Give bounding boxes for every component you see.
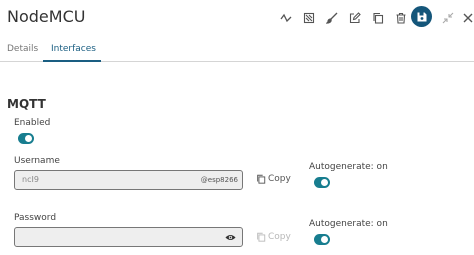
username-copy-button[interactable]: Copy: [256, 174, 291, 184]
enabled-toggle[interactable]: [18, 133, 34, 144]
active-tab-indicator: [43, 60, 101, 62]
username-autogenerate-label: Autogenerate: on: [309, 162, 388, 172]
activity-icon[interactable]: [275, 7, 297, 29]
username-suffix: @esp8266: [200, 176, 238, 184]
header: NodeMCU: [0, 0, 474, 36]
delete-icon[interactable]: [390, 7, 412, 29]
filter-icon[interactable]: [298, 7, 320, 29]
collapse-icon[interactable]: [437, 7, 459, 29]
password-input[interactable]: [14, 227, 243, 247]
username-copy-label: Copy: [268, 174, 291, 184]
username-input[interactable]: ncI9 @esp8266: [14, 170, 243, 190]
save-button[interactable]: [411, 6, 432, 27]
copy-icon: [257, 174, 266, 184]
section-title-mqtt: MQTT: [7, 97, 46, 111]
copy-icon[interactable]: [367, 7, 389, 29]
edit-icon[interactable]: [344, 7, 366, 29]
tab-bar: Details Interfaces: [0, 36, 474, 62]
save-icon: [417, 12, 426, 21]
enabled-label: Enabled: [14, 118, 51, 128]
copy-icon: [257, 232, 266, 242]
tab-details[interactable]: Details: [7, 44, 38, 54]
password-copy-label: Copy: [268, 232, 291, 242]
username-value: ncI9: [22, 175, 39, 184]
username-autogenerate-toggle[interactable]: [314, 177, 330, 188]
page-title: NodeMCU: [7, 7, 86, 26]
username-label: Username: [14, 156, 60, 166]
password-copy-button[interactable]: Copy: [256, 232, 291, 242]
brush-icon[interactable]: [321, 7, 343, 29]
close-icon[interactable]: [457, 7, 474, 29]
password-autogenerate-toggle[interactable]: [314, 234, 330, 245]
tab-interfaces[interactable]: Interfaces: [51, 44, 96, 54]
password-label: Password: [14, 213, 57, 223]
password-autogenerate-label: Autogenerate: on: [309, 219, 388, 229]
eye-icon[interactable]: [225, 233, 236, 242]
